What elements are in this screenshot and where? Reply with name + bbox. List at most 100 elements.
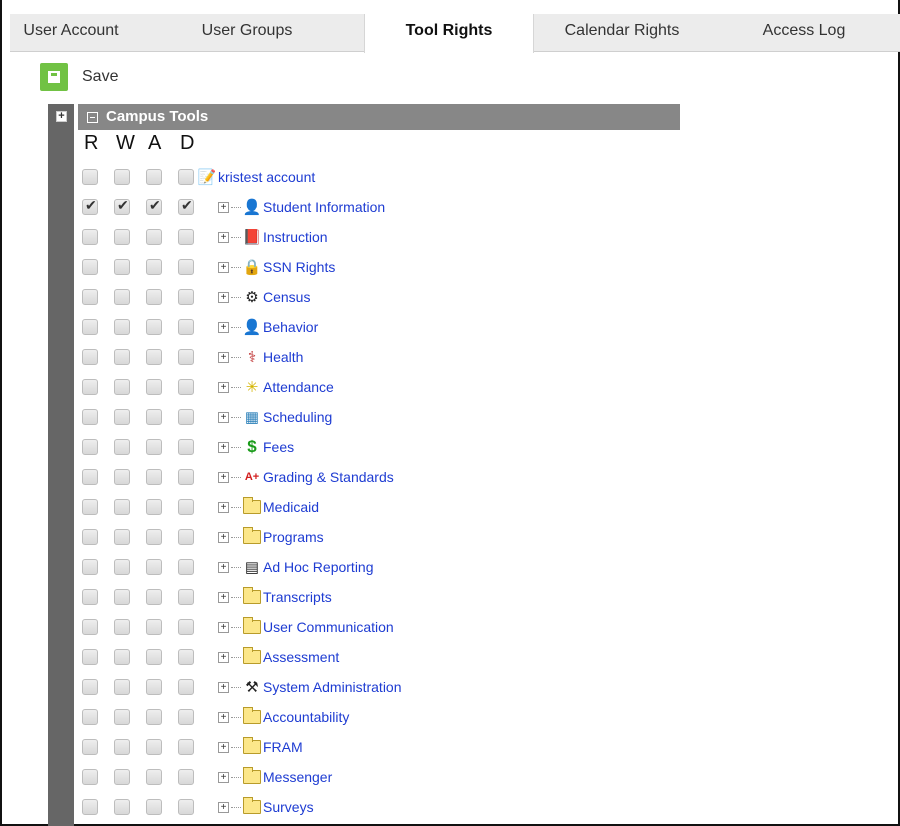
checkbox-delete[interactable] bbox=[178, 319, 194, 335]
tool-link[interactable]: Census bbox=[263, 289, 310, 305]
checkbox-add[interactable] bbox=[146, 259, 162, 275]
expand-node-icon[interactable]: + bbox=[218, 621, 229, 633]
checkbox-write[interactable] bbox=[114, 799, 130, 815]
checkbox-add[interactable] bbox=[146, 649, 162, 665]
checkbox-write[interactable] bbox=[114, 409, 130, 425]
checkbox-delete[interactable] bbox=[178, 197, 194, 215]
checkbox-write[interactable] bbox=[114, 379, 130, 395]
expand-node-icon[interactable]: + bbox=[218, 741, 229, 753]
tool-link[interactable]: Accountability bbox=[263, 709, 349, 725]
tool-link[interactable]: Behavior bbox=[263, 319, 318, 335]
checkbox-add[interactable] bbox=[146, 529, 162, 545]
checkbox-read[interactable] bbox=[82, 709, 98, 725]
checkbox-add[interactable] bbox=[146, 739, 162, 755]
tab-access-log[interactable]: Access Log bbox=[724, 14, 884, 52]
checkbox-add[interactable] bbox=[146, 769, 162, 785]
checkbox-write[interactable] bbox=[114, 649, 130, 665]
tab-user-account[interactable]: User Account bbox=[10, 14, 132, 52]
checkbox-write[interactable] bbox=[114, 679, 130, 695]
expand-node-icon[interactable]: + bbox=[218, 681, 229, 693]
checkbox-add[interactable] bbox=[146, 409, 162, 425]
checkbox-delete[interactable] bbox=[178, 499, 194, 515]
checkbox-add[interactable] bbox=[146, 379, 162, 395]
checkbox-read[interactable] bbox=[82, 469, 98, 485]
tool-link[interactable]: Ad Hoc Reporting bbox=[263, 559, 374, 575]
checkbox-read[interactable] bbox=[82, 799, 98, 815]
expand-node-icon[interactable]: + bbox=[218, 801, 229, 813]
checkbox-write[interactable] bbox=[114, 709, 130, 725]
checkbox-read[interactable] bbox=[82, 649, 98, 665]
checkbox-read[interactable] bbox=[82, 679, 98, 695]
tool-link[interactable]: Assessment bbox=[263, 649, 339, 665]
tool-link[interactable]: SSN Rights bbox=[263, 259, 335, 275]
expand-node-icon[interactable]: + bbox=[218, 411, 229, 423]
checkbox-read[interactable] bbox=[82, 289, 98, 305]
checkbox-add[interactable] bbox=[146, 709, 162, 725]
checkbox-delete[interactable] bbox=[178, 439, 194, 455]
checkbox-delete[interactable] bbox=[178, 589, 194, 605]
checkbox-write[interactable] bbox=[114, 197, 130, 215]
expand-node-icon[interactable]: + bbox=[218, 711, 229, 723]
tool-link[interactable]: Attendance bbox=[263, 379, 334, 395]
checkbox-add[interactable] bbox=[146, 349, 162, 365]
checkbox-write[interactable] bbox=[114, 169, 130, 185]
expand-node-icon[interactable]: + bbox=[218, 201, 229, 213]
tool-link[interactable]: Health bbox=[263, 349, 303, 365]
expand-node-icon[interactable]: + bbox=[218, 771, 229, 783]
expand-node-icon[interactable]: + bbox=[218, 441, 229, 453]
expand-node-icon[interactable]: + bbox=[218, 381, 229, 393]
checkbox-delete[interactable] bbox=[178, 529, 194, 545]
checkbox-read[interactable] bbox=[82, 559, 98, 575]
expand-node-icon[interactable]: + bbox=[218, 531, 229, 543]
tool-link[interactable]: Student Information bbox=[263, 199, 385, 215]
expand-node-icon[interactable]: + bbox=[218, 591, 229, 603]
checkbox-add[interactable] bbox=[146, 197, 162, 215]
checkbox-read[interactable] bbox=[82, 739, 98, 755]
expand-node-icon[interactable]: + bbox=[218, 501, 229, 513]
checkbox-write[interactable] bbox=[114, 739, 130, 755]
checkbox-read[interactable] bbox=[82, 379, 98, 395]
checkbox-add[interactable] bbox=[146, 679, 162, 695]
checkbox-delete[interactable] bbox=[178, 259, 194, 275]
tool-link[interactable]: Messenger bbox=[263, 769, 332, 785]
checkbox-write[interactable] bbox=[114, 439, 130, 455]
checkbox-add[interactable] bbox=[146, 289, 162, 305]
checkbox-delete[interactable] bbox=[178, 379, 194, 395]
tab-calendar-rights[interactable]: Calendar Rights bbox=[534, 14, 710, 52]
tool-link[interactable]: FRAM bbox=[263, 739, 303, 755]
expand-node-icon[interactable]: + bbox=[218, 651, 229, 663]
checkbox-read[interactable] bbox=[82, 589, 98, 605]
checkbox-add[interactable] bbox=[146, 559, 162, 575]
checkbox-write[interactable] bbox=[114, 589, 130, 605]
checkbox-delete[interactable] bbox=[178, 559, 194, 575]
tool-link[interactable]: Fees bbox=[263, 439, 294, 455]
checkbox-read[interactable] bbox=[82, 229, 98, 245]
checkbox-read[interactable] bbox=[82, 259, 98, 275]
tab-user-groups[interactable]: User Groups bbox=[172, 14, 322, 52]
tool-link[interactable]: Grading & Standards bbox=[263, 469, 394, 485]
checkbox-write[interactable] bbox=[114, 559, 130, 575]
checkbox-add[interactable] bbox=[146, 469, 162, 485]
save-button[interactable]: Save bbox=[40, 62, 118, 92]
checkbox-add[interactable] bbox=[146, 589, 162, 605]
expand-node-icon[interactable]: + bbox=[218, 291, 229, 303]
checkbox-add[interactable] bbox=[146, 619, 162, 635]
checkbox-delete[interactable] bbox=[178, 289, 194, 305]
tool-link[interactable]: User Communication bbox=[263, 619, 394, 635]
collapse-icon[interactable] bbox=[87, 112, 98, 123]
checkbox-delete[interactable] bbox=[178, 739, 194, 755]
checkbox-write[interactable] bbox=[114, 529, 130, 545]
checkbox-read[interactable] bbox=[82, 349, 98, 365]
tab-tool-rights[interactable]: Tool Rights bbox=[364, 14, 534, 53]
checkbox-delete[interactable] bbox=[178, 619, 194, 635]
section-header-campus-tools[interactable]: Campus Tools bbox=[78, 104, 680, 130]
checkbox-delete[interactable] bbox=[178, 349, 194, 365]
checkbox-read[interactable] bbox=[82, 769, 98, 785]
expand-node-icon[interactable]: + bbox=[218, 321, 229, 333]
checkbox-delete[interactable] bbox=[178, 649, 194, 665]
tool-link[interactable]: Medicaid bbox=[263, 499, 319, 515]
checkbox-write[interactable] bbox=[114, 769, 130, 785]
tool-link[interactable]: Transcripts bbox=[263, 589, 332, 605]
checkbox-write[interactable] bbox=[114, 499, 130, 515]
checkbox-add[interactable] bbox=[146, 439, 162, 455]
